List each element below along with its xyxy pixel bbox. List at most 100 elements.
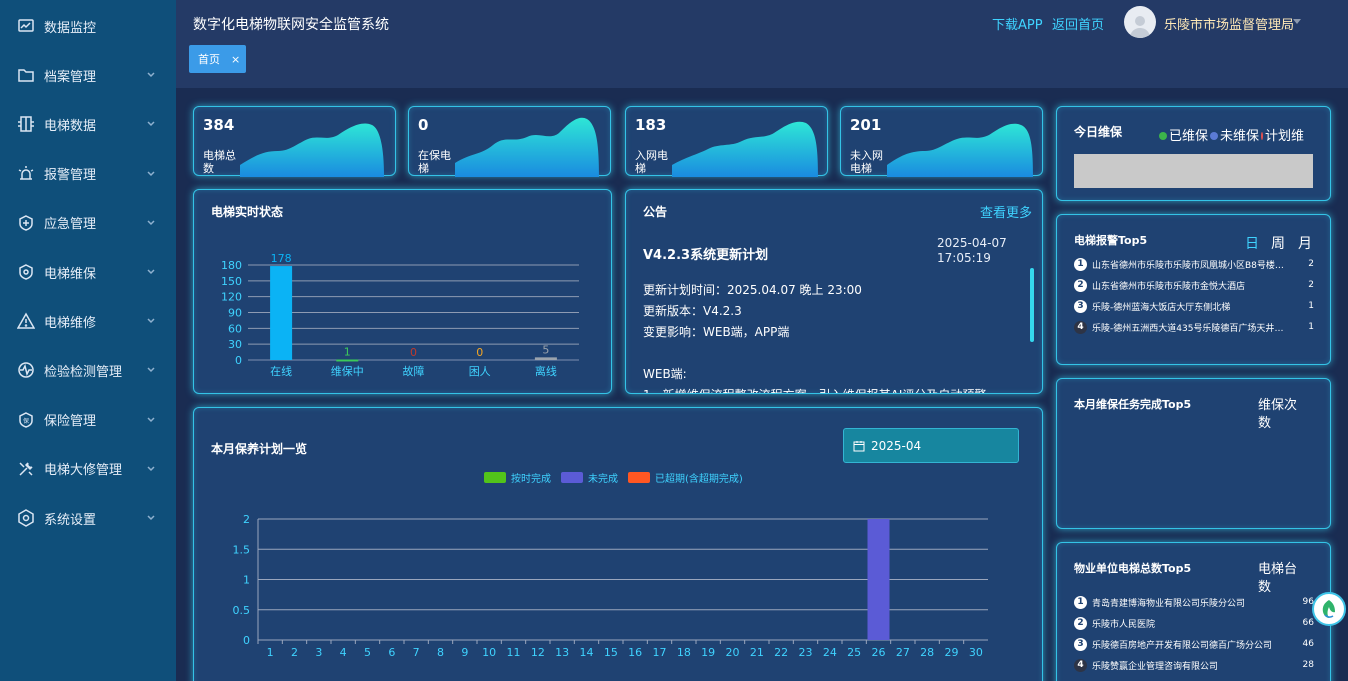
rank-row[interactable]: 3 乐陵-德州蓝海大饭店大厅东侧北梯 1 <box>1074 297 1314 315</box>
chevron-down-icon <box>146 512 158 524</box>
user-icon <box>1130 16 1150 38</box>
stat-label: 电梯总数 <box>203 149 236 175</box>
x-tick-label: 2 <box>291 646 298 659</box>
x-tick-label: 13 <box>555 646 569 659</box>
notice-line: WEB端: <box>643 367 687 381</box>
rank-row[interactable]: 3 乐陵德百房地产开发有限公司德百广场分公司 46 <box>1074 635 1314 653</box>
month-picker[interactable]: 2025-04 <box>843 428 1019 463</box>
tools-icon <box>16 459 36 479</box>
sidebar-item-label: 电梯维保 <box>44 266 97 282</box>
x-tick-label: 20 <box>726 646 740 659</box>
tab-home-label: 首页 <box>198 53 220 66</box>
notice-line: 1、新增维保流程整改流程方案，引入维保报其AI评分及自动预警 <box>643 385 1023 393</box>
user-name[interactable]: 乐陵市市场监督管理局 <box>1164 14 1294 33</box>
sidebar-item-6[interactable]: 电梯维修 <box>0 301 176 341</box>
rank-value: 2 <box>1308 280 1314 290</box>
x-tick-label: 19 <box>701 646 715 659</box>
stat-value: 201 <box>850 116 882 134</box>
sidebar-item-1[interactable]: 档案管理 <box>0 55 176 95</box>
x-tick-label: 6 <box>388 646 395 659</box>
warning-icon <box>16 311 36 331</box>
rank-row[interactable]: 1 山东省德州市乐陵市乐陵市凤凰城小区B8号楼1... 2 <box>1074 255 1314 273</box>
close-icon[interactable]: × <box>231 53 240 66</box>
back-home-link[interactable]: 返回首页 <box>1052 14 1104 33</box>
elevator-status-panel: 电梯实时状态 0 30 60 90 120 150 180 178 在线 1 维保中 0 故障 0 困人 5 离… <box>193 189 612 394</box>
x-tick-label: 12 <box>531 646 545 659</box>
x-tick-label: 4 <box>340 646 347 659</box>
legend-label[interactable]: 未维保 <box>1220 129 1259 144</box>
stat-card-online: 183 入网电梯 <box>625 106 828 177</box>
x-tick-label: 18 <box>677 646 691 659</box>
avatar[interactable] <box>1124 6 1156 38</box>
sidebar-item-7[interactable]: 检验检测管理 <box>0 350 176 390</box>
x-tick-label: 1 <box>267 646 274 659</box>
sidebar-item-label: 电梯大修管理 <box>44 463 123 479</box>
stat-label: 在保电梯 <box>418 149 451 175</box>
rank-badge: 4 <box>1074 658 1087 672</box>
sidebar-item-label: 检验检测管理 <box>44 364 123 380</box>
x-tick-label: 25 <box>847 646 861 659</box>
period-tab-week[interactable]: 周 <box>1271 233 1285 253</box>
sidebar-item-5[interactable]: 电梯维保 <box>0 252 176 292</box>
x-tick-label: 在线 <box>270 364 292 378</box>
stat-value: 183 <box>635 116 667 134</box>
view-more-link[interactable]: 查看更多 <box>980 202 1032 221</box>
x-tick-label: 9 <box>461 646 468 659</box>
x-tick-label: 23 <box>799 646 813 659</box>
notice-time: 2025-04-07 17:05:19 <box>937 236 1007 265</box>
sidebar-item-9[interactable]: 电梯大修管理 <box>0 449 176 489</box>
x-tick-label: 22 <box>774 646 788 659</box>
sidebar-item-label: 报警管理 <box>44 168 97 184</box>
rank-row[interactable]: 4 乐陵-德州五洲西大道435号乐陵德百广场天井观... 1 <box>1074 318 1314 336</box>
header: 数字化电梯物联网安全监管系统 下载APP 返回首页 乐陵市市场监督管理局 首页 … <box>176 0 1348 88</box>
tab-home[interactable]: 首页 × <box>189 45 246 73</box>
scrollbar[interactable] <box>1030 268 1034 342</box>
legend-dot <box>1210 132 1219 140</box>
rank-row[interactable]: 4 乐陵赞赢企业管理咨询有限公司 28 <box>1074 656 1314 674</box>
bar-value-label: 0 <box>410 346 417 359</box>
sidebar-item-10[interactable]: 系统设置 <box>0 498 176 538</box>
bar-value-label: 5 <box>542 343 549 356</box>
y-tick-label: 120 <box>221 291 242 304</box>
sidebar-item-3[interactable]: 报警管理 <box>0 154 176 194</box>
legend-label[interactable]: 已维保 <box>1169 129 1208 144</box>
caret-down-icon[interactable] <box>1293 19 1301 24</box>
insurance-icon: 保 <box>16 410 36 430</box>
rank-name: 山东省德州市乐陵市乐陵市金悦大酒店 <box>1092 281 1246 292</box>
chevron-down-icon <box>146 69 158 81</box>
calendar-icon <box>853 440 865 451</box>
folder-icon <box>16 65 36 85</box>
rank-name: 乐陵赞赢企业管理咨询有限公司 <box>1092 661 1219 672</box>
float-assistant-button[interactable] <box>1312 592 1346 626</box>
rank-row[interactable]: 1 青岛青建博海物业有限公司乐陵分公司 96 <box>1074 593 1314 611</box>
maint-legend: 已维保 未维保 计划维 <box>1157 125 1304 144</box>
rank-row[interactable]: 2 山东省德州市乐陵市乐陵市金悦大酒店 2 <box>1074 276 1314 294</box>
panel-title: 公告 <box>643 205 668 219</box>
stat-value: 384 <box>203 116 235 134</box>
x-tick-label: 维保中 <box>331 364 364 378</box>
y-tick-label: 180 <box>221 259 242 272</box>
rank-row[interactable]: 2 乐陵市人民医院 66 <box>1074 614 1314 632</box>
legend-label[interactable]: 计划维 <box>1265 129 1304 144</box>
bar-value-label: 0 <box>476 346 483 359</box>
sidebar-item-2[interactable]: 电梯数据 <box>0 104 176 144</box>
x-tick-label: 14 <box>580 646 594 659</box>
sidebar-item-4[interactable]: 应急管理 <box>0 203 176 243</box>
period-tab-month[interactable]: 月 <box>1298 233 1312 253</box>
y-tick-label: 150 <box>221 275 242 288</box>
maint-top5-panel: 本月维保任务完成Top5 维保次数 <box>1056 378 1331 529</box>
sidebar-item-8[interactable]: 保 保险管理 <box>0 400 176 440</box>
notice-panel: 公告 查看更多 V4.2.3系统更新计划 2025-04-07 17:05:19… <box>625 189 1043 394</box>
chevron-down-icon <box>146 364 158 376</box>
notice-headline[interactable]: V4.2.3系统更新计划 <box>643 244 768 263</box>
rank-name: 乐陵-德州五洲西大道435号乐陵德百广场天井观... <box>1092 323 1284 334</box>
y-tick-label: 60 <box>228 322 242 335</box>
sidebar-item-0[interactable]: 数据监控 <box>0 6 176 46</box>
period-tab-day[interactable]: 日 <box>1245 233 1259 253</box>
download-app-link[interactable]: 下载APP <box>992 14 1043 33</box>
rank-name: 乐陵市人民医院 <box>1092 619 1156 630</box>
x-tick-label: 困人 <box>469 365 491 378</box>
rank-badge: 2 <box>1074 616 1087 630</box>
x-tick-label: 29 <box>945 646 959 659</box>
notice-body: 更新计划时间：2025.04.07 晚上 23:00 更新版本：V4.2.3 变更影… <box>643 280 1023 393</box>
